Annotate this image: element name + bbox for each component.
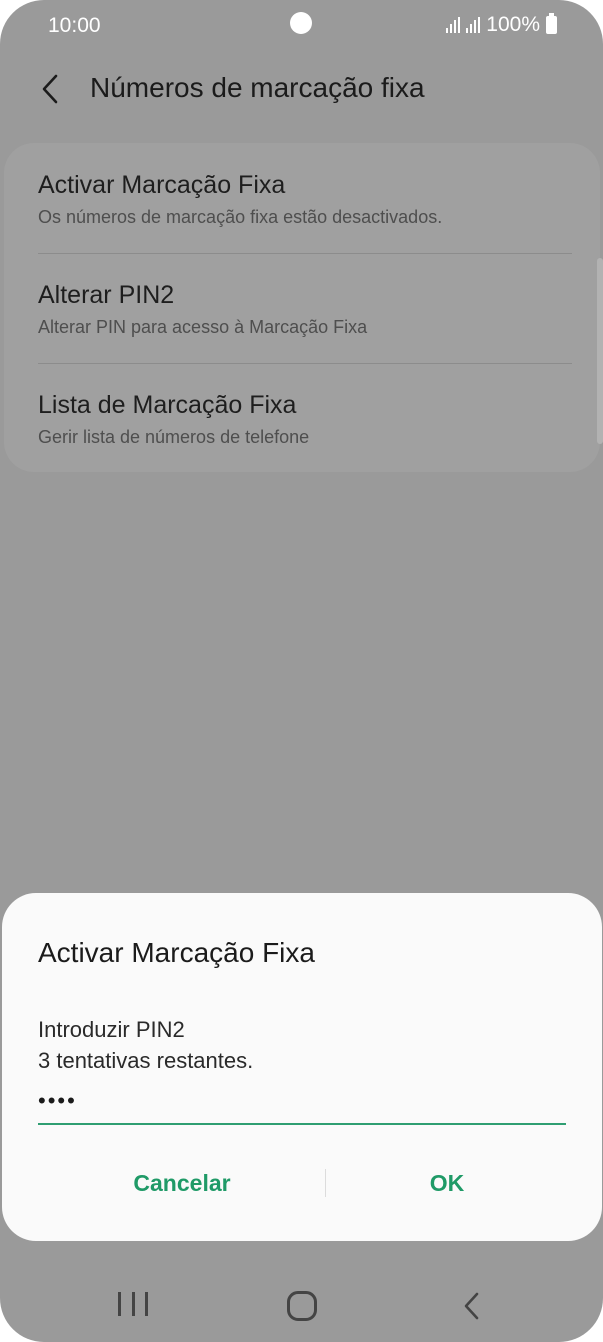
status-bar: 10:00 100% [0, 0, 603, 52]
cancel-button[interactable]: Cancelar [32, 1155, 332, 1211]
camera-cutout [290, 12, 312, 34]
dialog-title: Activar Marcação Fixa [38, 937, 315, 968]
home-icon[interactable] [287, 1291, 317, 1321]
signal-icon [446, 17, 461, 33]
settings-item-title: Activar Marcação Fixa [38, 171, 286, 199]
chevron-left-icon[interactable] [38, 72, 64, 106]
settings-item-title: Lista de Marcação Fixa [38, 391, 297, 419]
dialog-prompt: Introduzir PIN2 [38, 1017, 185, 1042]
ok-button[interactable]: OK [297, 1155, 597, 1211]
settings-item-change-pin2[interactable]: Alterar PIN2 Alterar PIN para acesso à M… [38, 253, 572, 363]
settings-item-subtitle: Gerir lista de números de telefone [38, 427, 310, 447]
settings-item-activate-fdn[interactable]: Activar Marcação Fixa Os números de marc… [38, 143, 572, 253]
signal-icon-2 [466, 17, 481, 33]
status-time: 10:00 [48, 14, 101, 37]
settings-card: Activar Marcação Fixa Os números de marc… [4, 143, 600, 472]
dialog-buttons: Cancelar OK [2, 1155, 602, 1211]
battery-icon [546, 13, 557, 34]
back-icon[interactable] [460, 1290, 484, 1322]
scrollbar[interactable] [597, 258, 603, 444]
app-header: Números de marcação fixa [0, 60, 603, 120]
navigation-bar [0, 1270, 603, 1342]
pin2-input[interactable] [38, 1079, 566, 1125]
settings-item-subtitle: Os números de marcação fixa estão desact… [38, 207, 443, 227]
phone-screen: 10:00 100% Números de marcação fixa Acti… [0, 0, 603, 1342]
page-title: Números de marcação fixa [90, 72, 425, 103]
battery-percent: 100% [486, 13, 540, 36]
pin2-dialog: Activar Marcação Fixa Introduzir PIN2 3 … [2, 893, 602, 1241]
dialog-attempts: 3 tentativas restantes. [38, 1048, 254, 1073]
settings-item-subtitle: Alterar PIN para acesso à Marcação Fixa [38, 317, 368, 337]
status-icons: 100% [446, 13, 557, 37]
settings-item-title: Alterar PIN2 [38, 281, 175, 309]
settings-item-fdn-list[interactable]: Lista de Marcação Fixa Gerir lista de nú… [38, 363, 572, 473]
recent-apps-icon[interactable] [118, 1292, 148, 1320]
